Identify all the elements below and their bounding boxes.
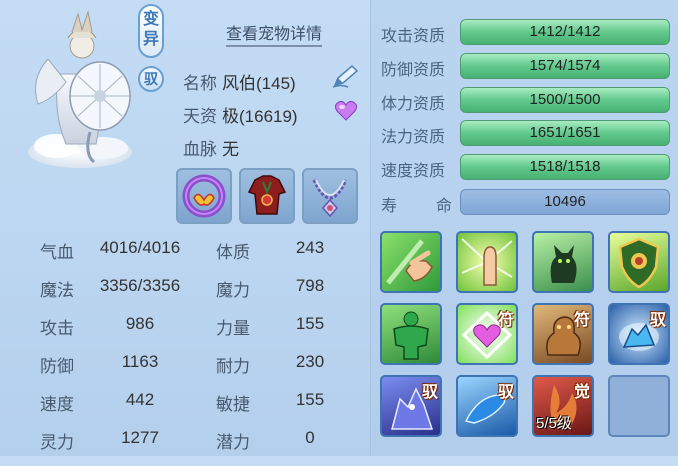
stat-label: 潜力 xyxy=(216,433,250,452)
skill-purple-wolf-icon[interactable]: 驭 xyxy=(380,375,442,437)
bloodline-value: 无 xyxy=(222,140,239,159)
stat-value: 155 xyxy=(295,390,325,409)
stat-value: 986 xyxy=(125,314,155,333)
stat-label: 速度 xyxy=(40,395,74,414)
skill-awaken-icon[interactable]: 觉 5/5级 xyxy=(532,375,594,437)
stat-value: 4016/4016 xyxy=(99,238,181,257)
stat-label: 防御 xyxy=(40,357,74,376)
stat-label: 灵力 xyxy=(40,433,74,452)
magic-aptitude-bar: 1651/1651 xyxy=(460,120,670,146)
stamina-aptitude-label: 体力资质 xyxy=(381,96,446,113)
life-value: 10496 xyxy=(460,189,670,215)
speed-aptitude-value: 1518/1518 xyxy=(529,158,601,175)
necklace-equipment-icon[interactable] xyxy=(302,168,358,224)
speed-aptitude-label: 速度资质 xyxy=(381,163,446,180)
skill-black-cat-icon[interactable] xyxy=(532,231,594,293)
stat-row: 气血 4016/4016 体质 243 xyxy=(40,238,350,276)
attack-aptitude-value: 1412/1412 xyxy=(529,23,601,40)
defense-aptitude-bar: 1574/1574 xyxy=(460,53,670,79)
skill-badge: 符 xyxy=(497,312,514,329)
skill-badge: 驭 xyxy=(497,384,514,401)
armor-equipment-icon[interactable] xyxy=(239,168,295,224)
skill-hand-wave-icon[interactable] xyxy=(380,231,442,293)
stat-value: 243 xyxy=(295,238,325,257)
skill-blue-wolf-icon[interactable]: 驭 xyxy=(608,303,670,365)
variant-tag: 变异 xyxy=(138,4,164,58)
ring-equipment-icon[interactable] xyxy=(176,168,232,224)
magic-aptitude-value: 1651/1651 xyxy=(529,124,601,141)
magic-aptitude-label: 法力资质 xyxy=(381,129,446,146)
stat-value: 442 xyxy=(125,390,155,409)
stat-label: 魔法 xyxy=(40,281,74,300)
stat-value: 3356/3356 xyxy=(99,276,181,295)
skill-badge: 觉 xyxy=(573,384,590,401)
stat-label: 体质 xyxy=(216,243,250,262)
bloodline-label: 血脉 xyxy=(183,140,217,159)
skill-badge: 驭 xyxy=(421,384,438,401)
speed-aptitude-bar: 1518/1518 xyxy=(460,154,670,180)
stat-row: 灵力 1277 潜力 0 xyxy=(40,428,350,466)
name-value: 风伯(145) xyxy=(222,74,296,93)
skill-badge: 驭 xyxy=(649,312,666,329)
stats-grid: 气血 4016/4016 体质 243 魔法 3356/3356 魔力 798 … xyxy=(40,238,350,466)
stat-row: 攻击 986 力量 155 xyxy=(40,314,350,352)
stat-label: 敏捷 xyxy=(216,395,250,414)
stat-value: 230 xyxy=(295,352,325,371)
stat-value: 1277 xyxy=(121,428,159,447)
stat-label: 力量 xyxy=(216,319,250,338)
attack-aptitude-label: 攻击资质 xyxy=(381,28,446,45)
skill-empty-slot[interactable] xyxy=(608,375,670,437)
view-pet-details-link[interactable]: 查看宠物详情 xyxy=(226,20,323,47)
stat-label: 攻击 xyxy=(40,319,74,338)
skill-badge: 符 xyxy=(573,312,590,329)
skill-hand-palm-icon[interactable] xyxy=(456,231,518,293)
name-label: 名称 xyxy=(183,74,217,93)
stat-value: 0 xyxy=(305,428,315,447)
tame-tag: 驭 xyxy=(138,66,164,92)
stat-label: 耐力 xyxy=(216,357,250,376)
stamina-aptitude-bar: 1500/1500 xyxy=(460,87,670,113)
skill-shield-icon[interactable] xyxy=(608,231,670,293)
heart-icon[interactable] xyxy=(334,100,358,122)
life-label-a: 寿 xyxy=(381,198,398,215)
attack-aptitude-bar: 1412/1412 xyxy=(460,19,670,45)
defense-aptitude-value: 1574/1574 xyxy=(529,57,601,74)
pencil-icon[interactable] xyxy=(330,64,360,90)
stat-row: 魔法 3356/3356 魔力 798 xyxy=(40,276,350,314)
talent-value: 极(16619) xyxy=(222,107,298,126)
talent-label: 天资 xyxy=(183,107,217,126)
pet-portrait[interactable] xyxy=(8,4,158,174)
stat-value: 798 xyxy=(295,276,325,295)
defense-aptitude-label: 防御资质 xyxy=(381,62,446,79)
stat-row: 防御 1163 耐力 230 xyxy=(40,352,350,390)
skill-golden-beast-icon[interactable]: 符 xyxy=(532,303,594,365)
life-label-b: 命 xyxy=(436,198,453,215)
stat-value: 155 xyxy=(295,314,325,333)
skill-green-strongman-icon[interactable] xyxy=(380,303,442,365)
skill-blue-wolf-leap-icon[interactable]: 驭 xyxy=(456,375,518,437)
skill-heart-icon[interactable]: 符 xyxy=(456,303,518,365)
stat-label: 气血 xyxy=(40,243,74,262)
stat-row: 速度 442 敏捷 155 xyxy=(40,390,350,428)
stat-label: 魔力 xyxy=(216,281,250,300)
skill-level-text: 5/5级 xyxy=(536,415,572,432)
stat-value: 1163 xyxy=(121,352,159,371)
stamina-aptitude-value: 1500/1500 xyxy=(529,91,601,108)
